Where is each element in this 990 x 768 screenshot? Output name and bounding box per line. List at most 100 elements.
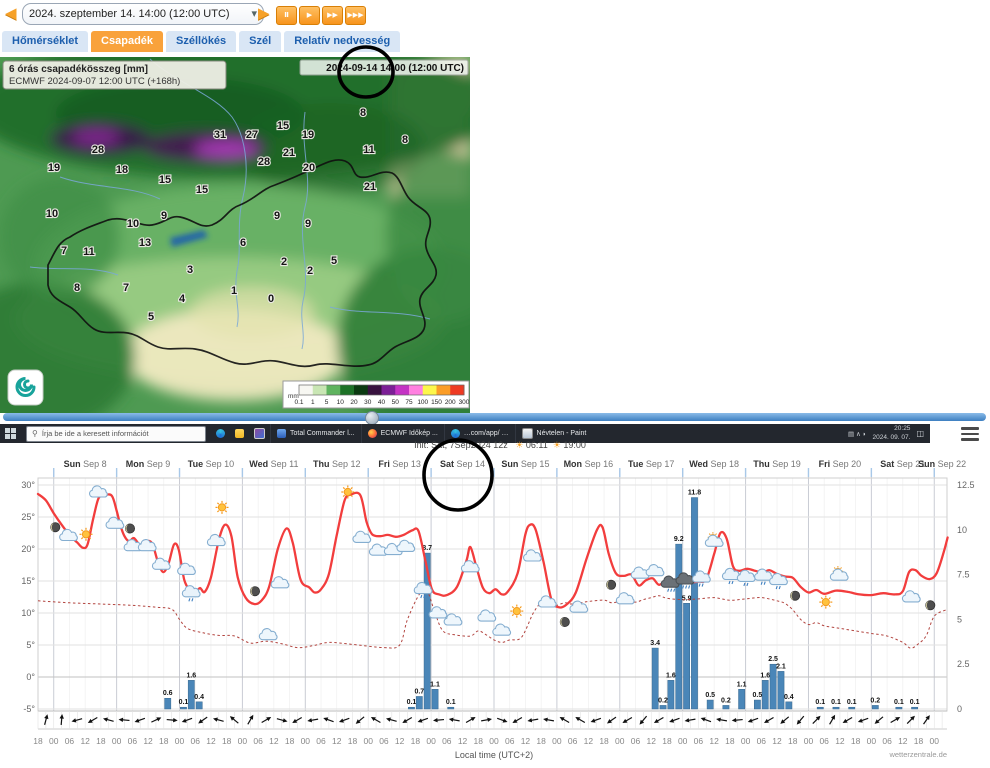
hour-label: 12 bbox=[709, 736, 719, 746]
hour-label: 18 bbox=[33, 736, 43, 746]
day-label: Fri Sep 13 bbox=[378, 459, 421, 469]
taskbar-icon-explorer[interactable] bbox=[230, 424, 249, 443]
precip-bar bbox=[683, 603, 689, 709]
precip-bar bbox=[911, 707, 917, 709]
wind-arrow bbox=[842, 716, 854, 725]
file-explorer-icon bbox=[235, 429, 244, 438]
wind-arrow bbox=[338, 716, 350, 724]
tab-sz-ll-k-s[interactable]: Széllökés bbox=[166, 31, 236, 52]
taskbar-search[interactable]: ⚲ Írja be ide a keresett információt bbox=[21, 424, 211, 443]
notification-icon[interactable]: ◫ bbox=[916, 429, 924, 438]
taskbar-icon-photos[interactable] bbox=[249, 424, 270, 443]
map-value: 7 bbox=[123, 282, 129, 294]
taskbar-app-label: ECMWF Időkép ... bbox=[381, 430, 438, 437]
precip-bar bbox=[707, 700, 713, 709]
wind-arrow bbox=[747, 716, 759, 724]
wind-arrow bbox=[732, 717, 743, 722]
wind-arrow bbox=[857, 716, 869, 724]
colorbar-tick: 100 bbox=[417, 399, 428, 406]
day-label: Fri Sep 20 bbox=[819, 459, 862, 469]
svg-text:2.5: 2.5 bbox=[957, 659, 970, 669]
taskbar-clock[interactable]: 20:25 2024. 09. 07. bbox=[872, 425, 910, 441]
cloud-icon bbox=[178, 563, 196, 574]
wind-arrow bbox=[212, 716, 224, 723]
colorbar-segment bbox=[450, 385, 464, 395]
cloud-icon bbox=[616, 593, 634, 604]
hour-label: 12 bbox=[647, 736, 657, 746]
precip-bar bbox=[872, 705, 878, 709]
hour-label: 12 bbox=[80, 736, 90, 746]
hour-label: 06 bbox=[505, 736, 515, 746]
sun-icon bbox=[80, 528, 93, 541]
precip-bar bbox=[817, 707, 823, 709]
datetime-select[interactable]: 2024. szeptember 14. 14:00 (12:00 UTC) ▾ bbox=[22, 3, 264, 25]
svg-text:10°: 10° bbox=[21, 608, 35, 618]
hour-label: 00 bbox=[112, 736, 122, 746]
map-value: 31 bbox=[214, 129, 226, 141]
hour-label: 00 bbox=[489, 736, 499, 746]
map-value: 15 bbox=[277, 120, 289, 132]
map-value: 2 bbox=[281, 256, 287, 268]
map-value: 8 bbox=[402, 134, 408, 146]
axis-labels: 30°25°20°15°10°5°0°-5°12.5107.552.50 bbox=[21, 480, 974, 714]
wind-arrow bbox=[276, 717, 288, 724]
map-value: 21 bbox=[364, 181, 376, 193]
fastest-button[interactable]: ▶▶▶ bbox=[345, 6, 366, 25]
precip-bar bbox=[448, 707, 454, 709]
wind-arrow bbox=[102, 716, 114, 723]
play-button[interactable]: ▶ bbox=[299, 6, 320, 25]
next-step-arrow-icon[interactable]: ▶ bbox=[258, 1, 270, 27]
colorbar-tick: 30 bbox=[364, 399, 372, 406]
map-value: 9 bbox=[161, 210, 167, 222]
tab-sz-l[interactable]: Szél bbox=[239, 31, 281, 52]
hour-label: 00 bbox=[49, 736, 59, 746]
precip-bar-value: 5.9 bbox=[682, 595, 692, 602]
menu-hamburger-icon[interactable] bbox=[961, 427, 979, 444]
start-button[interactable] bbox=[0, 424, 21, 443]
precip-bar bbox=[786, 702, 792, 709]
taskbar-icon-edge[interactable] bbox=[211, 424, 230, 443]
hour-label: 06 bbox=[316, 736, 326, 746]
clock-time: 20:25 bbox=[872, 425, 910, 433]
day-labels: Sun Sep 8Mon Sep 9Tue Sep 10Wed Sep 11Th… bbox=[64, 459, 966, 469]
time-slider-handle[interactable] bbox=[365, 411, 379, 425]
precip-bar-value: 0.1 bbox=[815, 699, 825, 706]
precip-bar-value: 11.8 bbox=[688, 490, 701, 497]
svg-text:6 órás csapadékösszeg [mm]: 6 órás csapadékösszeg [mm] bbox=[9, 64, 148, 75]
precip-bar bbox=[770, 664, 776, 709]
system-tray[interactable]: ▤ ∧ ◗ 20:25 2024. 09. 07. ◫ bbox=[848, 425, 930, 441]
map-value: 28 bbox=[92, 144, 104, 156]
tab-relat-v-nedvess-g[interactable]: Relatív nedvesség bbox=[284, 31, 400, 52]
svg-text:20°: 20° bbox=[21, 544, 35, 554]
hour-label: 18 bbox=[914, 736, 924, 746]
tab-csapad-k[interactable]: Csapadék bbox=[91, 31, 163, 52]
wind-arrow bbox=[811, 714, 822, 725]
precip-bar bbox=[778, 671, 784, 709]
photos-icon bbox=[254, 428, 265, 439]
time-slider[interactable] bbox=[3, 413, 986, 421]
hour-label: 06 bbox=[757, 736, 767, 746]
tab-h-m-rs-klet[interactable]: Hőmérséklet bbox=[2, 31, 88, 52]
pause-button[interactable]: Ⅱ bbox=[276, 6, 297, 25]
hour-label: 06 bbox=[65, 736, 75, 746]
weather-service-logo bbox=[8, 370, 43, 405]
sun-icon bbox=[819, 596, 832, 609]
prev-step-arrow-icon[interactable]: ◀ bbox=[5, 1, 17, 27]
fast-forward-button[interactable]: ▶▶ bbox=[322, 6, 343, 25]
wind-arrow bbox=[433, 717, 444, 722]
wind-arrow bbox=[417, 716, 429, 724]
hour-label: 12 bbox=[521, 736, 531, 746]
cloud-icon bbox=[524, 550, 542, 561]
colorbar-tick: 150 bbox=[431, 399, 442, 406]
colorbar-tick: 200 bbox=[445, 399, 456, 406]
precip-bar bbox=[754, 700, 760, 709]
hour-label: 18 bbox=[599, 736, 609, 746]
suncloud-icon bbox=[830, 566, 848, 580]
colorbar-tick: 10 bbox=[337, 399, 345, 406]
hour-label: 12 bbox=[332, 736, 342, 746]
cloud-icon bbox=[646, 565, 664, 576]
hour-label: 18 bbox=[411, 736, 421, 746]
moon-icon bbox=[791, 591, 800, 600]
precip-bar bbox=[416, 696, 422, 709]
colorbar-tick: 50 bbox=[392, 399, 400, 406]
